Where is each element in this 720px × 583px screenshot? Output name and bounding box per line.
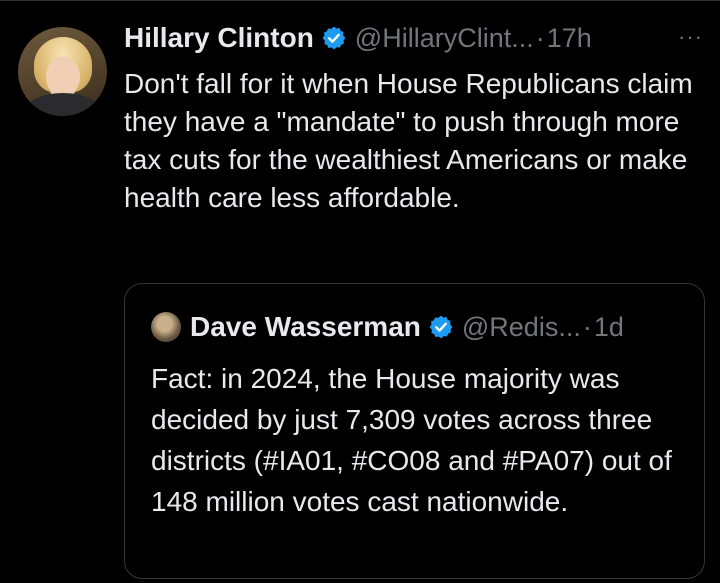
timestamp[interactable]: 17h	[547, 23, 592, 54]
more-options-icon[interactable]: ···	[678, 24, 703, 50]
verified-badge-icon	[321, 25, 347, 51]
author-handle[interactable]: @HillaryClint...	[355, 23, 534, 54]
tweet-header: Hillary Clinton @HillaryClint... · 17h	[124, 18, 592, 58]
separator-dot: ·	[582, 311, 592, 342]
separator-dot: ·	[535, 22, 545, 53]
quoted-author-name: Dave Wasserman	[190, 311, 421, 342]
avatar[interactable]	[18, 27, 107, 116]
quoted-author-handle: @Redis...	[461, 311, 581, 342]
quoted-tweet[interactable]: Dave Wasserman @Redis... · 1d Fact: in 2…	[124, 283, 705, 579]
quoted-avatar[interactable]	[151, 312, 181, 342]
quoted-tweet-text: Fact: in 2024, the House majority was de…	[151, 363, 672, 517]
verified-badge-icon	[428, 314, 454, 340]
quoted-timestamp: 1d	[593, 311, 624, 342]
avatar-shoulder	[24, 93, 102, 116]
top-divider	[0, 0, 720, 1]
avatar-face	[46, 57, 80, 97]
tweet-text: Don't fall for it when House Republicans…	[124, 68, 693, 213]
quoted-tweet-header: Dave Wasserman @Redis... · 1d	[190, 308, 624, 346]
author-name[interactable]: Hillary Clinton	[124, 22, 314, 54]
